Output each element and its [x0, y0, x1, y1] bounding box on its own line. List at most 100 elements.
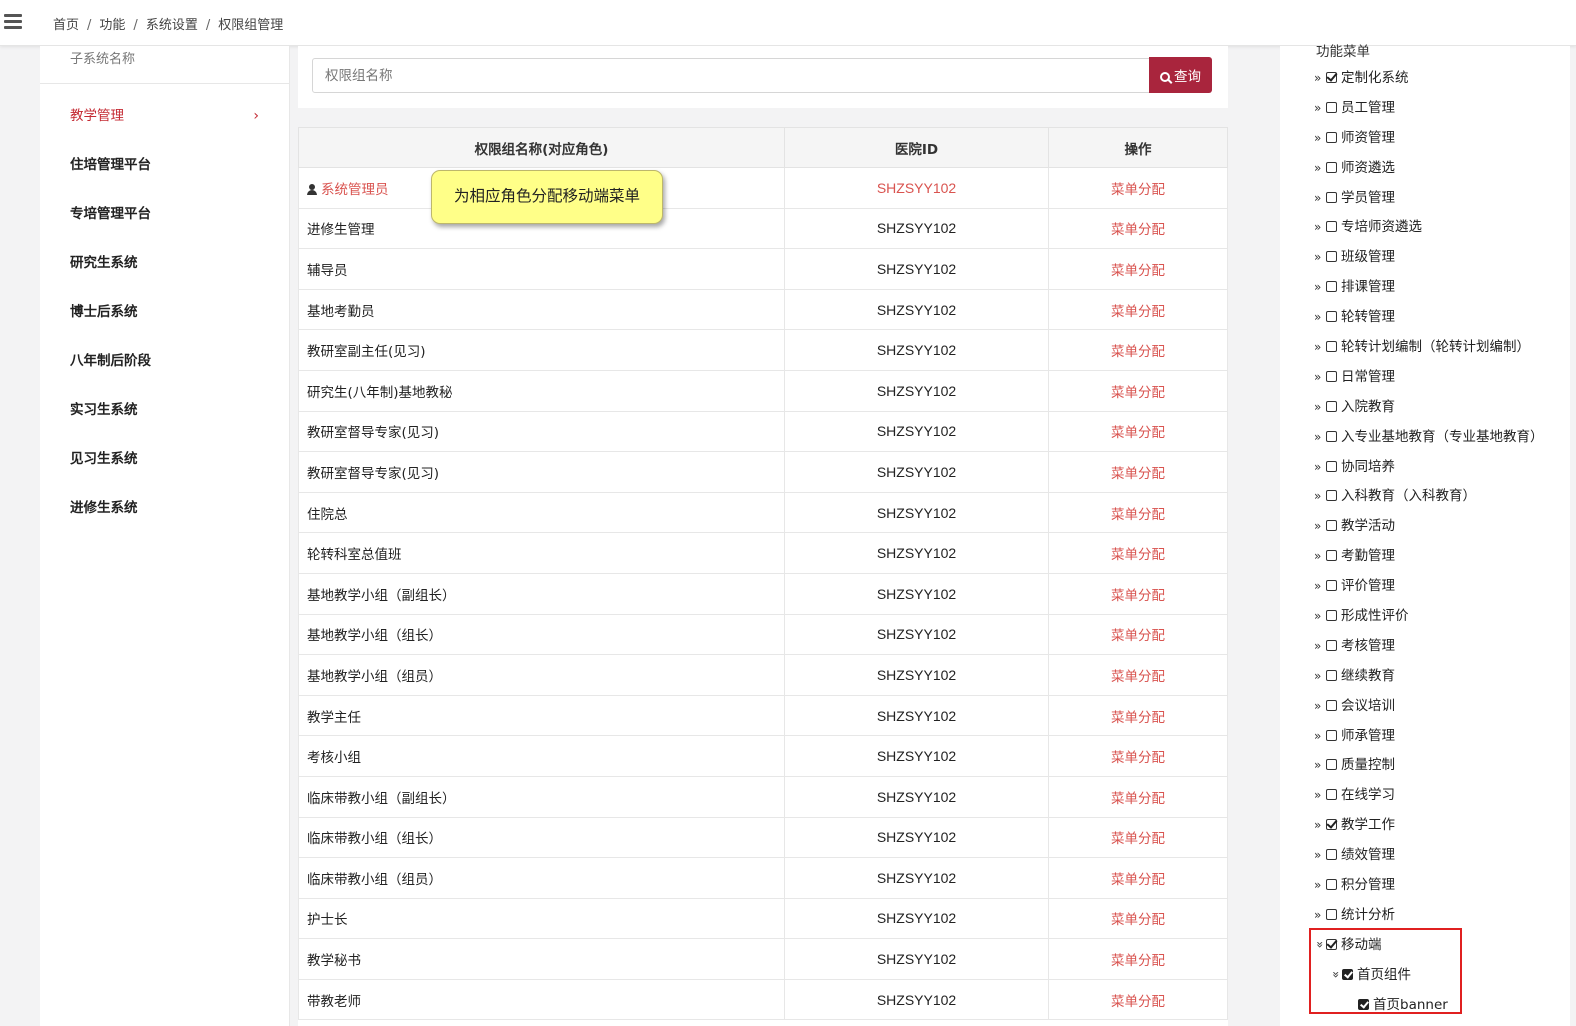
menu-tree-item[interactable]: » 统计分析: [1314, 901, 1544, 931]
menu-assign-link[interactable]: 菜单分配: [1111, 425, 1165, 441]
expand-right-icon[interactable]: »: [1314, 811, 1324, 841]
menu-tree-item[interactable]: » 教学工作: [1314, 811, 1544, 841]
menu-tree-item[interactable]: » 继续教育: [1314, 662, 1544, 692]
menu-tree-item[interactable]: » 定制化系统: [1314, 64, 1544, 94]
breadcrumb-item[interactable]: 首页: [53, 18, 79, 33]
menu-assign-link[interactable]: 菜单分配: [1111, 953, 1165, 969]
expand-right-icon[interactable]: »: [1314, 333, 1324, 363]
menu-assign-link[interactable]: 菜单分配: [1111, 710, 1165, 726]
checkbox-icon[interactable]: [1326, 729, 1337, 741]
checkbox-icon[interactable]: [1326, 550, 1337, 562]
menu-tree-item[interactable]: » 评价管理: [1314, 572, 1544, 602]
checkbox-icon[interactable]: [1326, 639, 1337, 651]
menu-assign-link[interactable]: 菜单分配: [1111, 507, 1165, 523]
expand-right-icon[interactable]: »: [1314, 662, 1324, 692]
role-name[interactable]: 系统管理员: [321, 182, 389, 198]
expand-right-icon[interactable]: »: [1314, 154, 1324, 184]
checkbox-checked-icon[interactable]: [1326, 72, 1337, 83]
checkbox-icon[interactable]: [1326, 281, 1337, 293]
checkbox-icon[interactable]: [1326, 161, 1337, 173]
menu-tree-item[interactable]: » 班级管理: [1314, 243, 1544, 273]
menu-tree-item[interactable]: » 在线学习: [1314, 781, 1544, 811]
menu-tree-item[interactable]: » 会议培训: [1314, 692, 1544, 722]
menu-tree-item[interactable]: » 轮转计划编制（轮转计划编制）: [1314, 333, 1544, 363]
checkbox-icon[interactable]: [1326, 759, 1337, 771]
checkbox-icon[interactable]: [1326, 311, 1337, 323]
menu-assign-link[interactable]: 菜单分配: [1111, 791, 1165, 807]
menu-toggle-icon[interactable]: [4, 14, 22, 30]
expand-right-icon[interactable]: »: [1314, 542, 1324, 572]
menu-tree-item[interactable]: » 轮转管理: [1314, 303, 1544, 333]
menu-tree-item[interactable]: » 考勤管理: [1314, 542, 1544, 572]
checkbox-icon[interactable]: [1326, 191, 1337, 203]
menu-assign-link[interactable]: 菜单分配: [1111, 466, 1165, 482]
menu-assign-link[interactable]: 菜单分配: [1111, 222, 1165, 238]
menu-assign-link[interactable]: 菜单分配: [1111, 831, 1165, 847]
expand-right-icon[interactable]: »: [1314, 124, 1324, 154]
checkbox-icon[interactable]: [1326, 520, 1337, 532]
checkbox-icon[interactable]: [1326, 251, 1337, 263]
checkbox-checked-icon[interactable]: [1326, 819, 1337, 831]
menu-tree-item[interactable]: » 积分管理: [1314, 871, 1544, 901]
breadcrumb-item[interactable]: 系统设置: [146, 18, 198, 33]
menu-tree-item[interactable]: » 入科教育（入科教育）: [1314, 482, 1544, 512]
subsystem-item[interactable]: 专培管理平台: [40, 191, 289, 240]
menu-assign-link[interactable]: 菜单分配: [1111, 750, 1165, 766]
checkbox-icon[interactable]: [1326, 879, 1337, 891]
checkbox-icon[interactable]: [1326, 101, 1337, 113]
menu-tree-item[interactable]: » 形成性评价: [1314, 602, 1544, 632]
subsystem-item[interactable]: 八年制后阶段: [40, 338, 289, 387]
checkbox-icon[interactable]: [1326, 789, 1337, 801]
expand-right-icon[interactable]: »: [1314, 871, 1324, 901]
checkbox-icon[interactable]: [1326, 849, 1337, 861]
subsystem-item[interactable]: 研究生系统: [40, 240, 289, 289]
expand-right-icon[interactable]: »: [1314, 213, 1324, 243]
menu-assign-link[interactable]: 菜单分配: [1111, 588, 1165, 604]
expand-right-icon[interactable]: »: [1314, 423, 1324, 453]
expand-right-icon[interactable]: »: [1314, 94, 1324, 124]
expand-right-icon[interactable]: »: [1314, 303, 1324, 333]
expand-right-icon[interactable]: »: [1314, 632, 1324, 662]
expand-right-icon[interactable]: »: [1314, 841, 1324, 871]
menu-assign-link[interactable]: 菜单分配: [1111, 912, 1165, 928]
checkbox-icon[interactable]: [1326, 221, 1337, 233]
menu-assign-link[interactable]: 菜单分配: [1111, 669, 1165, 685]
checkbox-icon[interactable]: [1326, 460, 1337, 472]
expand-right-icon[interactable]: »: [1314, 722, 1324, 752]
menu-tree-item[interactable]: » 专培师资遴选: [1314, 213, 1544, 243]
menu-assign-link[interactable]: 菜单分配: [1111, 628, 1165, 644]
search-button[interactable]: 查询: [1149, 57, 1212, 93]
expand-right-icon[interactable]: »: [1314, 692, 1324, 722]
menu-assign-link[interactable]: 菜单分配: [1111, 994, 1165, 1010]
breadcrumb-item[interactable]: 功能: [99, 18, 125, 33]
menu-tree-item[interactable]: » 师承管理: [1314, 722, 1544, 752]
expand-right-icon[interactable]: »: [1314, 512, 1324, 542]
expand-right-icon[interactable]: »: [1314, 363, 1324, 393]
menu-tree-item[interactable]: » 入专业基地教育（专业基地教育）: [1314, 423, 1544, 453]
expand-right-icon[interactable]: »: [1314, 453, 1324, 483]
checkbox-icon[interactable]: [1326, 669, 1337, 681]
menu-assign-link[interactable]: 菜单分配: [1111, 182, 1165, 198]
expand-right-icon[interactable]: »: [1314, 751, 1324, 781]
expand-right-icon[interactable]: »: [1314, 273, 1324, 303]
menu-tree-item[interactable]: » 考核管理: [1314, 632, 1544, 662]
checkbox-icon[interactable]: [1326, 430, 1337, 442]
menu-assign-link[interactable]: 菜单分配: [1111, 304, 1165, 320]
checkbox-icon[interactable]: [1326, 908, 1337, 920]
subsystem-item[interactable]: 住培管理平台: [40, 142, 289, 191]
checkbox-icon[interactable]: [1326, 490, 1337, 502]
checkbox-icon[interactable]: [1326, 131, 1337, 143]
menu-tree-item[interactable]: » 质量控制: [1314, 751, 1544, 781]
expand-right-icon[interactable]: »: [1314, 64, 1324, 94]
expand-right-icon[interactable]: »: [1314, 602, 1324, 632]
menu-assign-link[interactable]: 菜单分配: [1111, 872, 1165, 888]
menu-assign-link[interactable]: 菜单分配: [1111, 344, 1165, 360]
menu-tree-item[interactable]: » 学员管理: [1314, 184, 1544, 214]
expand-right-icon[interactable]: »: [1314, 184, 1324, 214]
menu-tree-item[interactable]: » 师资遴选: [1314, 154, 1544, 184]
menu-assign-link[interactable]: 菜单分配: [1111, 385, 1165, 401]
checkbox-icon[interactable]: [1326, 370, 1337, 382]
checkbox-icon[interactable]: [1326, 341, 1337, 353]
menu-tree-item[interactable]: » 师资管理: [1314, 124, 1544, 154]
menu-tree-item[interactable]: » 员工管理: [1314, 94, 1544, 124]
